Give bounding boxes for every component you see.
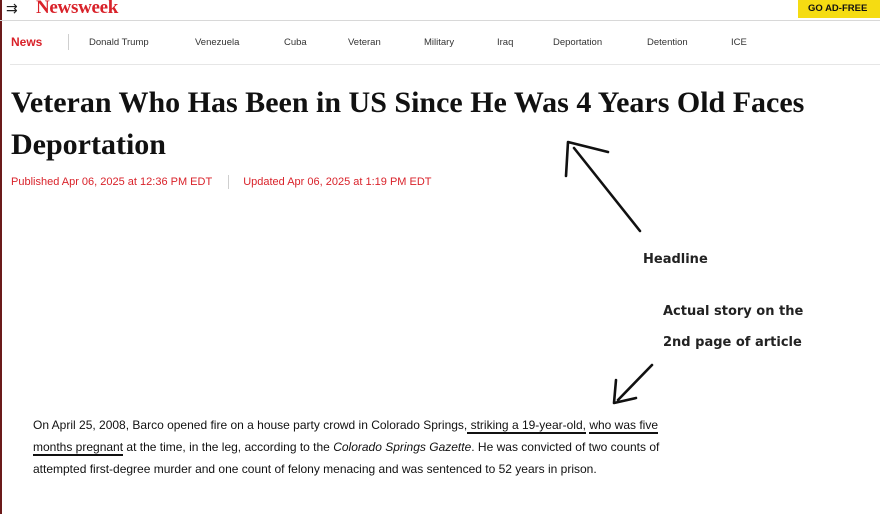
- story-arrow-shaft: [616, 363, 654, 402]
- headline-arrow-shaft: [572, 146, 642, 233]
- story-annotation-line2: 2nd page of article: [663, 335, 802, 350]
- headline-annotation-label: Headline: [643, 252, 708, 267]
- story-underlined-1: striking a 19-year-old,: [467, 418, 586, 434]
- headline-arrow-head: [564, 140, 610, 178]
- story-annotation-line1: Actual story on the: [663, 304, 804, 319]
- story-source-link[interactable]: Colorado Springs Gazette: [333, 440, 471, 454]
- story-text-3: at the time, in the leg, according to th…: [123, 440, 334, 454]
- article-story-paragraph: On April 25, 2008, Barco opened fire on …: [33, 414, 663, 480]
- story-text-1: On April 25, 2008, Barco opened fire on …: [33, 418, 468, 432]
